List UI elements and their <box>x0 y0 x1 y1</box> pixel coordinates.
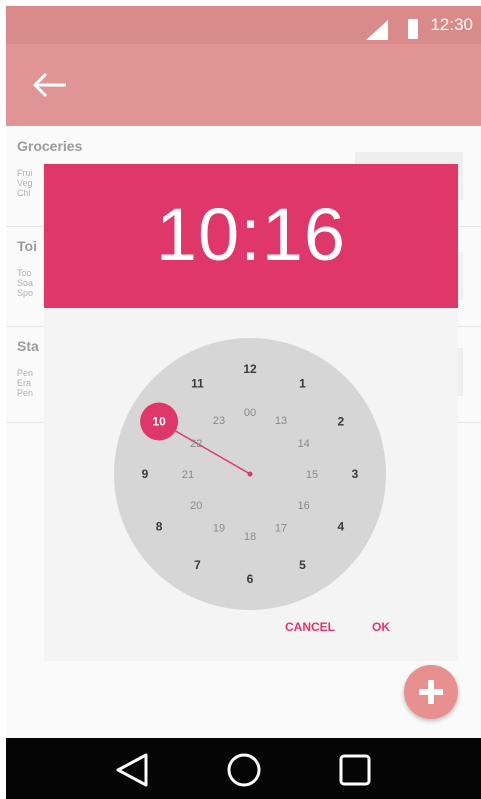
list-item-title: Toi <box>17 238 37 254</box>
clock-hour-11[interactable]: 11 <box>191 376 204 390</box>
clock-hour-10[interactable]: 10 <box>152 415 166 429</box>
clock-hour-inner-21[interactable]: 21 <box>182 469 194 481</box>
battery-icon <box>408 19 418 39</box>
clock-hour-4[interactable]: 4 <box>338 520 345 534</box>
clock-hour-9[interactable]: 9 <box>142 467 149 481</box>
clock-hour-inner-17[interactable]: 17 <box>275 523 287 535</box>
list-item-lines: Frui Veg Chi <box>17 168 33 198</box>
clock-hour-inner-13[interactable]: 13 <box>275 415 287 427</box>
clock-hour-2[interactable]: 2 <box>338 415 345 429</box>
clock-face[interactable]: 121234567891011001314151617181920212223 <box>44 164 458 661</box>
back-arrow-icon[interactable] <box>32 72 68 98</box>
clock-hour-5[interactable]: 5 <box>299 558 306 572</box>
signal-icon <box>366 20 388 40</box>
list-item-title: Sta <box>17 338 39 354</box>
clock-hour-1[interactable]: 1 <box>299 376 306 390</box>
plus-icon <box>419 680 443 704</box>
clock-hour-inner-23[interactable]: 23 <box>213 415 225 427</box>
clock-hour-inner-18[interactable]: 18 <box>244 531 256 543</box>
clock-hour-3[interactable]: 3 <box>352 467 359 481</box>
clock-hour-inner-15[interactable]: 15 <box>306 469 318 481</box>
clock-hour-12[interactable]: 12 <box>243 362 257 376</box>
home-circle-icon[interactable] <box>225 752 263 788</box>
list-item-title: Groceries <box>17 138 83 154</box>
cancel-button[interactable]: CANCEL <box>285 620 335 634</box>
list-item-lines: Pen Era Pen <box>17 368 34 398</box>
clock-hour-6[interactable]: 6 <box>247 572 254 586</box>
clock-center-dot <box>247 471 253 477</box>
time-picker-dialog: 10:16 12 1 2 3 4 5 6 7 8 9 10 11 00 13 14 15 16 17 18 19 20 2… <box>44 164 458 661</box>
status-time: 12:30 <box>430 15 473 34</box>
navigation-bar <box>6 738 481 799</box>
clock-hour-inner-00[interactable]: 00 <box>244 407 256 419</box>
add-button[interactable] <box>404 665 458 719</box>
clock-hour-inner-19[interactable]: 19 <box>213 523 225 535</box>
recents-square-icon[interactable] <box>336 752 374 788</box>
clock-hour-7[interactable]: 7 <box>194 558 201 572</box>
clock-hour-inner-16[interactable]: 16 <box>298 500 310 512</box>
clock-hour-inner-22[interactable]: 22 <box>190 438 202 450</box>
app-bar <box>6 44 481 126</box>
ok-button[interactable]: OK <box>372 620 390 634</box>
status-bar: 12:30 <box>6 6 481 44</box>
clock-hour-inner-20[interactable]: 20 <box>190 500 202 512</box>
clock-hour-inner-14[interactable]: 14 <box>298 438 310 450</box>
clock-hour-8[interactable]: 8 <box>156 520 163 534</box>
list-item-lines: Too Soa Spo <box>17 268 34 298</box>
back-triangle-icon[interactable] <box>112 752 150 788</box>
